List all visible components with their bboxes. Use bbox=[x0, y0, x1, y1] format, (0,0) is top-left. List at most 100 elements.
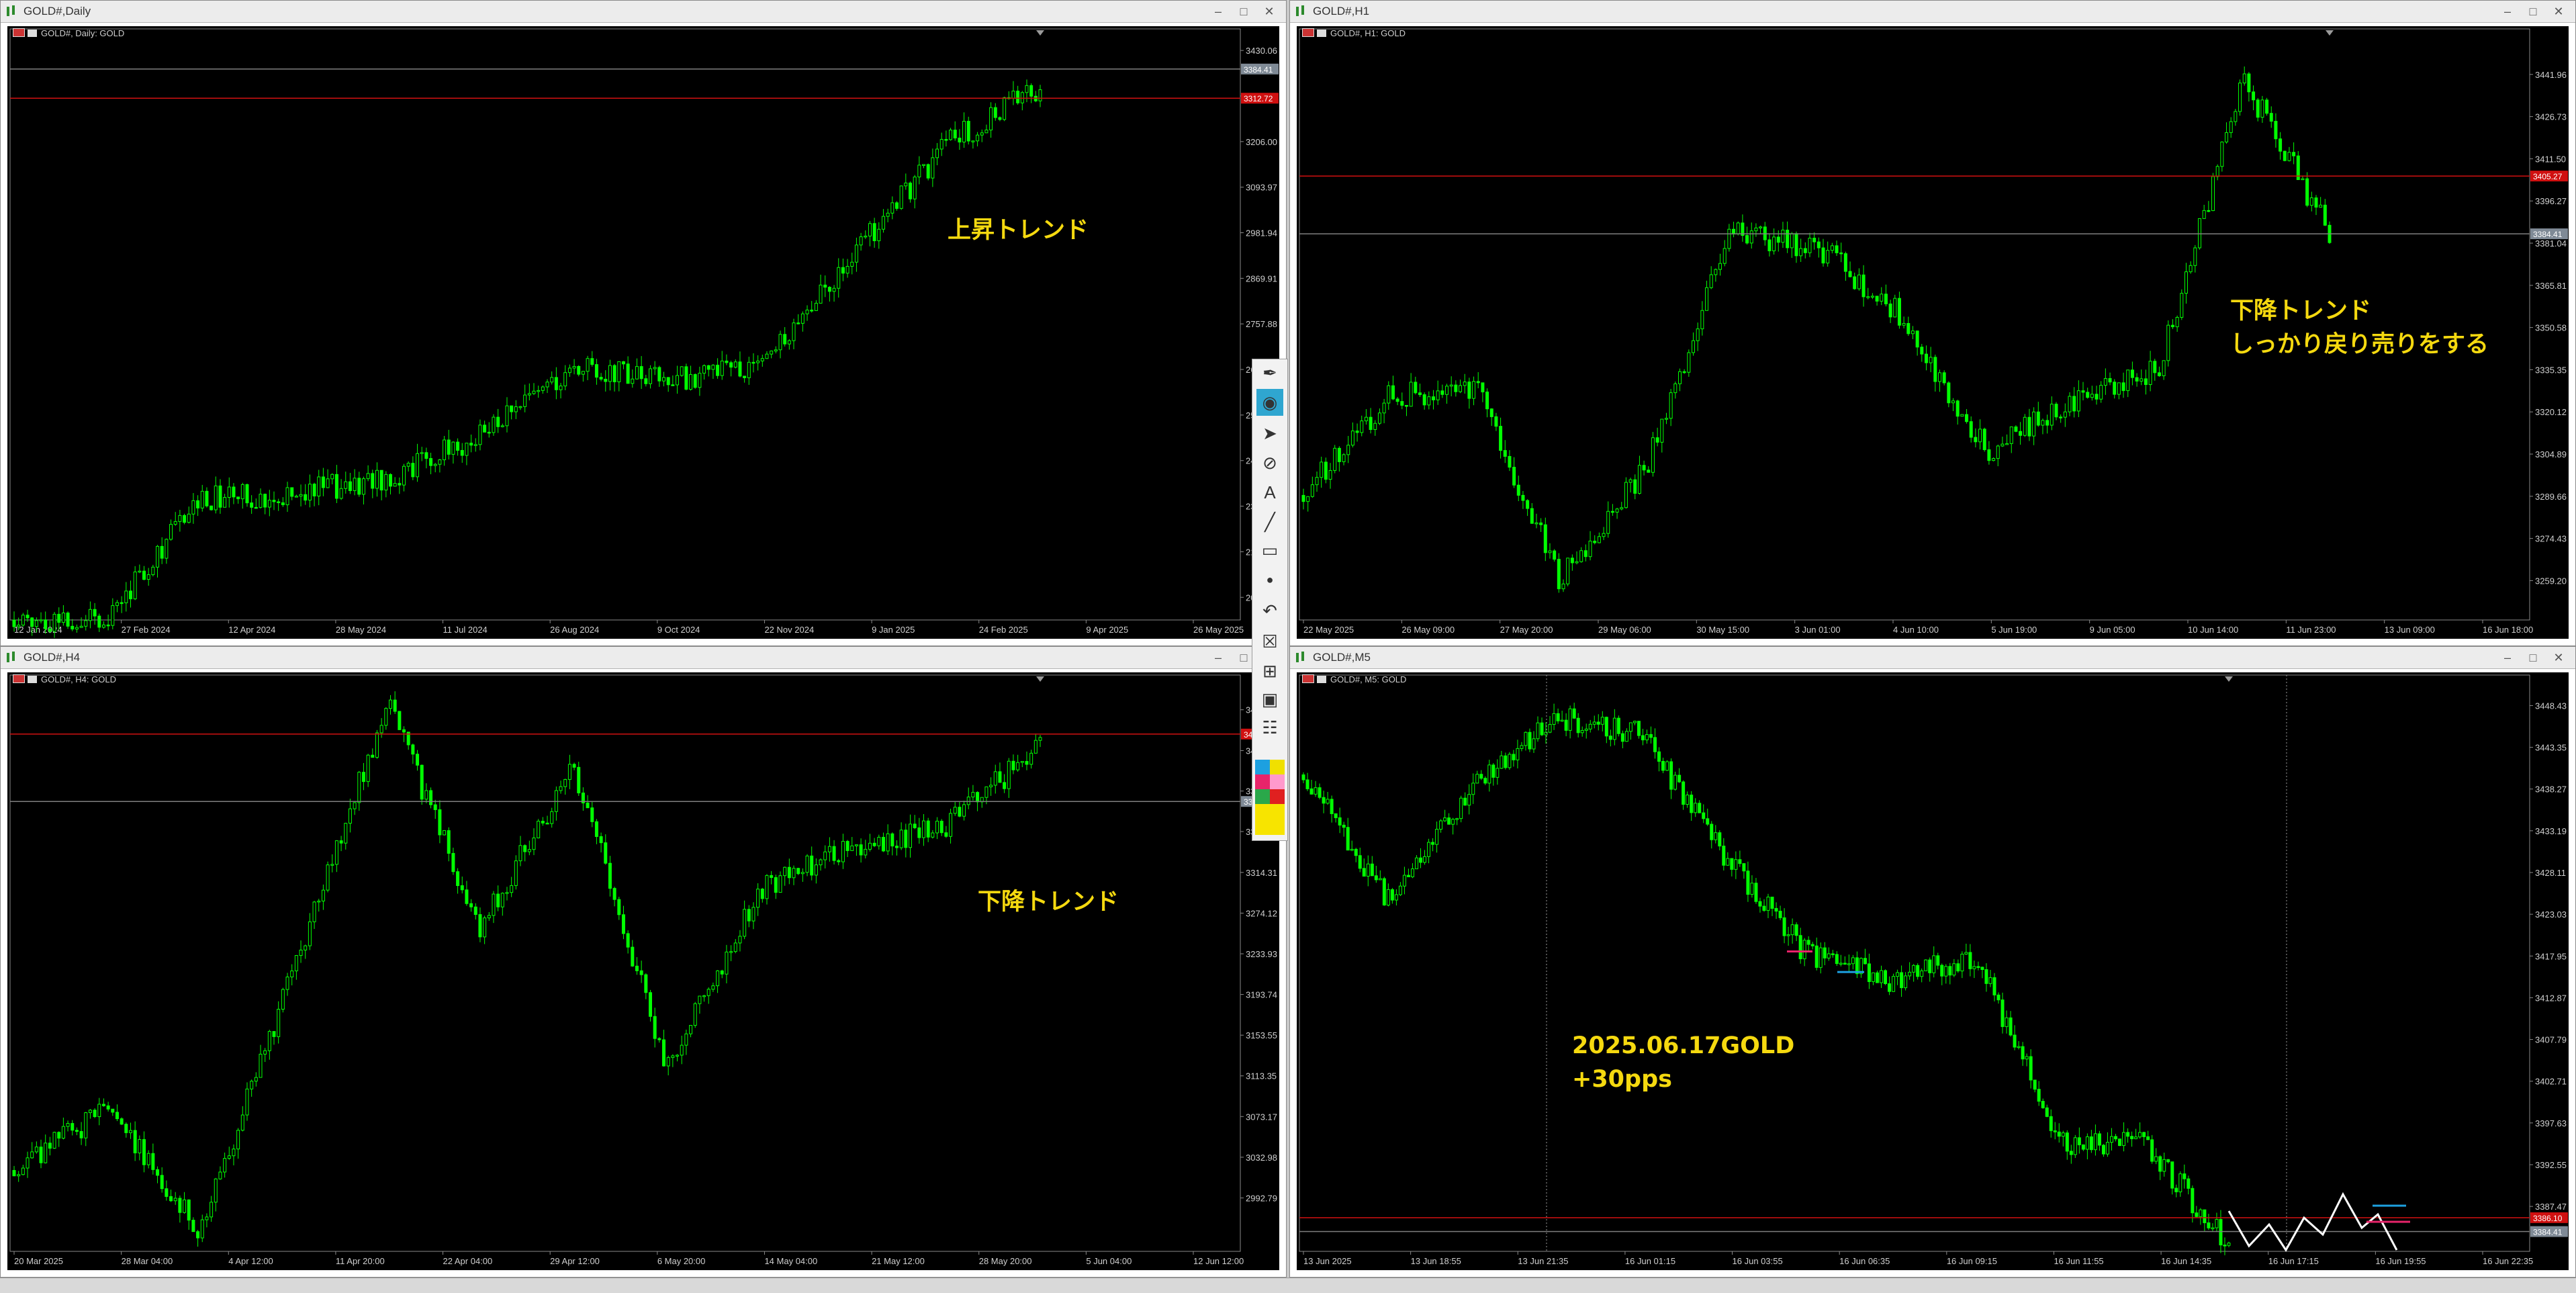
candle-body bbox=[240, 484, 244, 500]
close-button[interactable]: ✕ bbox=[1258, 2, 1281, 21]
candle-body bbox=[814, 302, 818, 311]
candle-body bbox=[1369, 416, 1373, 430]
screenshot-icon[interactable]: ▣ bbox=[1256, 686, 1283, 713]
candle-body bbox=[88, 609, 92, 621]
candle-body bbox=[1632, 721, 1637, 723]
candle-body bbox=[706, 365, 710, 370]
dot-icon[interactable]: ● bbox=[1256, 566, 1283, 593]
candle-body bbox=[993, 107, 997, 118]
eye-icon[interactable]: ◉ bbox=[1256, 389, 1283, 416]
close-button[interactable]: ✕ bbox=[2547, 648, 2570, 667]
window-title-bar[interactable]: GOLD#,Daily – □ ✕ bbox=[1, 1, 1286, 23]
close-button[interactable]: ✕ bbox=[2547, 2, 2570, 21]
candle-body bbox=[577, 366, 581, 375]
candle-body bbox=[626, 363, 630, 384]
candle-body bbox=[1576, 717, 1580, 733]
candle-body bbox=[644, 378, 648, 384]
candle-body bbox=[263, 1050, 267, 1055]
candle-body bbox=[173, 521, 177, 525]
pen-icon[interactable]: ✒ bbox=[1256, 359, 1283, 386]
candle-body bbox=[1561, 583, 1565, 590]
cursor-icon[interactable]: ➤ bbox=[1256, 420, 1283, 447]
price-label: 3411.50 bbox=[2535, 154, 2566, 164]
maximize-button[interactable]: □ bbox=[2522, 2, 2544, 21]
candle-body bbox=[1500, 755, 1504, 769]
window-title-bar[interactable]: GOLD#,H1 – □ ✕ bbox=[1290, 1, 2575, 23]
candle-body bbox=[1503, 450, 1507, 457]
candle-body bbox=[344, 823, 348, 844]
candlestick-chart[interactable]: 3448.43 3443.35 3438.27 3433.19 3428.11 3423.… bbox=[1297, 672, 2569, 1270]
candle-body bbox=[2023, 416, 2027, 436]
clear-icon[interactable]: ⊞ bbox=[1256, 658, 1283, 684]
chart-window-h1[interactable]: GOLD#,H1 – □ ✕ 3441.96 3426.73 3411.50 3396… bbox=[1289, 0, 2576, 646]
candle-body bbox=[1553, 550, 1557, 560]
candle-body bbox=[890, 202, 894, 214]
minimize-button[interactable]: – bbox=[1207, 2, 1230, 21]
candle-body bbox=[1370, 863, 1374, 877]
date-label: 12 Jun 12:00 bbox=[1193, 1256, 1244, 1266]
chart-window-daily[interactable]: GOLD#,Daily – □ ✕ 3430.063318.033206.003… bbox=[0, 0, 1287, 646]
candle-body bbox=[165, 539, 169, 559]
price-chart[interactable]: 3441.96 3426.73 3411.50 3396.27 3381.04 3365.… bbox=[1297, 26, 2569, 639]
candle-body bbox=[823, 851, 827, 860]
candle-body bbox=[469, 443, 473, 446]
undo-icon[interactable]: ↶ bbox=[1256, 597, 1283, 624]
candles-group bbox=[12, 691, 1042, 1247]
candle-body bbox=[223, 497, 227, 508]
candle-body bbox=[698, 995, 702, 1004]
chart-window-h4[interactable]: GOLD#,H4 – □ ✕ 3475.003434.673394.703354… bbox=[0, 646, 1287, 1278]
color-swatch[interactable] bbox=[1255, 760, 1270, 774]
candle-body bbox=[1333, 447, 1337, 471]
ruler-icon[interactable]: ▭ bbox=[1256, 537, 1283, 564]
minimize-button[interactable]: – bbox=[1207, 648, 1230, 667]
candle-body bbox=[657, 1038, 661, 1040]
candle-body bbox=[101, 624, 105, 628]
eraser-cursor-icon[interactable]: ⊘ bbox=[1256, 449, 1283, 476]
text-icon[interactable]: A bbox=[1256, 479, 1283, 506]
trade-icon bbox=[1317, 30, 1326, 37]
date-label: 16 Jun 09:15 bbox=[1947, 1256, 1997, 1266]
color-swatch[interactable] bbox=[1270, 789, 1285, 804]
chart-window-m5[interactable]: GOLD#,M5 – □ ✕ 3448.43 3443.35 3438.27 3433… bbox=[1289, 646, 2576, 1278]
date-label: 16 Jun 01:15 bbox=[1625, 1256, 1675, 1266]
window-title-bar[interactable]: GOLD#,H4 – □ ✕ bbox=[1, 647, 1286, 669]
candlestick-chart[interactable]: 3475.003434.673394.703354.713314.313274.… bbox=[7, 672, 1279, 1270]
candle-body bbox=[1847, 963, 1851, 965]
candle-body bbox=[1956, 400, 1960, 417]
price-label: 3381.04 bbox=[2535, 238, 2567, 249]
minimize-button[interactable]: – bbox=[2496, 2, 2519, 21]
candle-body bbox=[1982, 429, 1986, 451]
clipboard-icon[interactable]: ☷ bbox=[1256, 714, 1283, 741]
price-chart[interactable]: 3475.003434.673394.703354.713314.313274.… bbox=[7, 672, 1279, 1270]
color-swatch[interactable] bbox=[1255, 789, 1270, 804]
color-swatch[interactable] bbox=[1270, 760, 1285, 774]
candle-body bbox=[2049, 1116, 2053, 1131]
date-label: 22 May 2025 bbox=[1303, 625, 1354, 635]
candle-body bbox=[1003, 782, 1007, 789]
candle-body bbox=[1596, 721, 1600, 725]
minimize-button[interactable]: – bbox=[2496, 648, 2519, 667]
candle-body bbox=[800, 313, 804, 324]
candle-body bbox=[79, 625, 83, 628]
trade-icon bbox=[28, 30, 37, 37]
trash-icon[interactable]: ☒ bbox=[1256, 628, 1283, 655]
candle-body bbox=[2195, 1212, 2199, 1217]
candle-body bbox=[881, 216, 885, 230]
trade-icon bbox=[28, 676, 37, 683]
candle-body bbox=[191, 1220, 195, 1233]
price-chart[interactable]: 3430.063318.033206.003093.972981.942869.… bbox=[7, 26, 1279, 639]
line-icon[interactable]: ╱ bbox=[1256, 508, 1283, 535]
color-swatch[interactable] bbox=[1255, 774, 1270, 789]
candlestick-chart[interactable]: 3430.063318.033206.003093.972981.942869.… bbox=[7, 26, 1279, 639]
candle-body bbox=[966, 120, 970, 142]
candle-body bbox=[626, 933, 630, 948]
maximize-button[interactable]: □ bbox=[1232, 2, 1255, 21]
price-chart[interactable]: 3448.43 3443.35 3438.27 3433.19 3428.11 3423.… bbox=[1297, 672, 2569, 1270]
candle-body bbox=[1483, 778, 1487, 784]
window-title-bar[interactable]: GOLD#,M5 – □ ✕ bbox=[1290, 647, 2575, 669]
maximize-button[interactable]: □ bbox=[2522, 648, 2544, 667]
color-swatch[interactable] bbox=[1255, 804, 1285, 835]
color-swatch[interactable] bbox=[1270, 774, 1285, 789]
candle-body bbox=[1033, 740, 1038, 754]
candle-body bbox=[899, 185, 903, 209]
